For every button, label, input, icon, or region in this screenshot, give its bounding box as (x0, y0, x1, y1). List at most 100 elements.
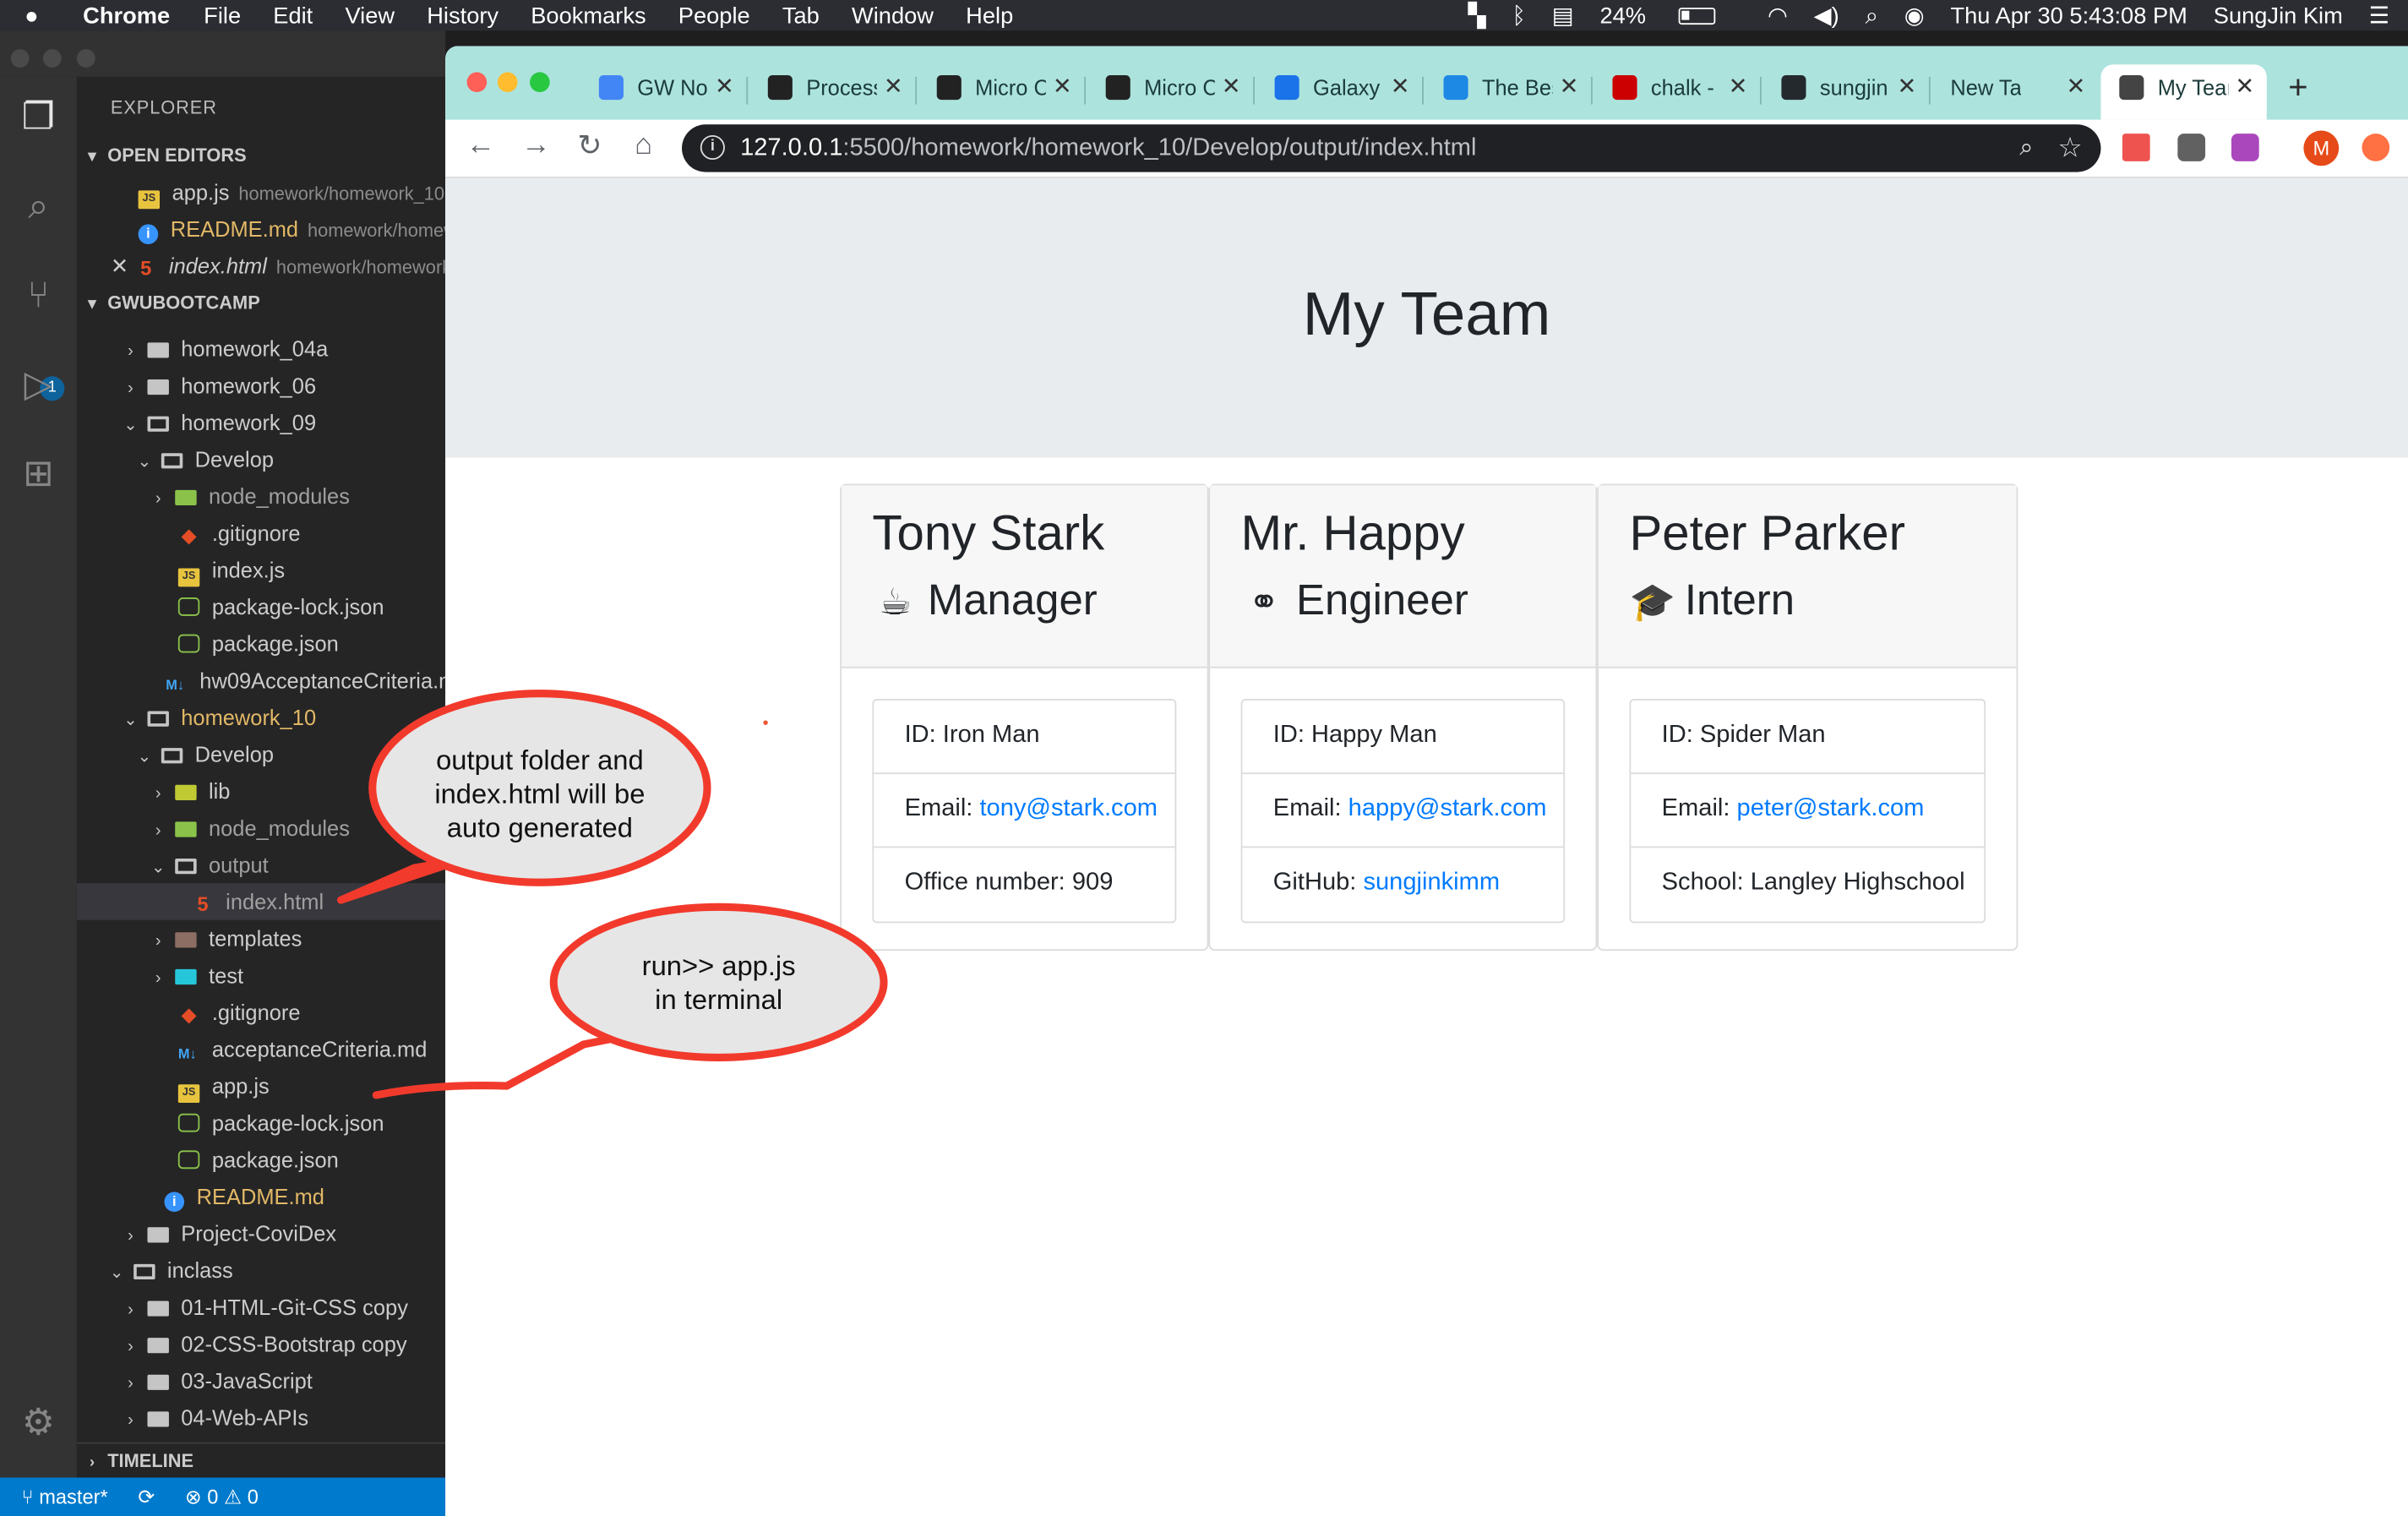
tree-file[interactable]: i README.md (77, 1178, 445, 1215)
tree-folder[interactable]: › 02-CSS-Bootstrap copy (77, 1326, 445, 1363)
extension-color-icon[interactable] (2231, 134, 2259, 161)
reload-icon[interactable]: ↻ (571, 129, 608, 165)
profile-avatar[interactable]: M (2303, 130, 2340, 166)
zoom-icon[interactable]: ⌕ (2019, 124, 2033, 172)
email-link[interactable]: happy@stark.com (1348, 796, 1547, 822)
tree-folder[interactable]: › test (77, 957, 445, 994)
browser-tab[interactable]: New Tab ✕ (1932, 64, 2098, 119)
menu-view[interactable]: View (345, 3, 395, 29)
source-control-icon[interactable]: ⑂ (15, 274, 62, 320)
clock[interactable]: Thu Apr 30 5:43:08 PM (1950, 3, 2187, 29)
close-tab-icon[interactable]: ✕ (1898, 64, 1917, 111)
open-editor-readme[interactable]: iREADME.mdhomework/homework_10 (77, 210, 445, 248)
tree-file[interactable]: ◆ .gitignore (77, 994, 445, 1031)
browser-tab[interactable]: The Best ✕ (1425, 64, 1591, 119)
workspace-header[interactable]: ▼ GWUBOOTCAMP (77, 286, 445, 319)
menu-history[interactable]: History (427, 3, 498, 29)
tree-file[interactable]: package.json (77, 1141, 445, 1178)
email-link[interactable]: peter@stark.com (1737, 796, 1925, 822)
menu-window[interactable]: Window (852, 3, 934, 29)
site-info-icon[interactable]: i (700, 134, 725, 161)
tree-folder[interactable]: › templates (77, 920, 445, 957)
bookmark-star-icon[interactable]: ☆ (2057, 124, 2082, 172)
menu-tab[interactable]: Tab (782, 3, 820, 29)
tree-file[interactable]: package.json (77, 625, 445, 663)
close-tab-icon[interactable]: ✕ (884, 64, 903, 111)
tree-folder[interactable]: ⌄ Develop (77, 441, 445, 478)
open-editor-index-html[interactable]: ✕5index.htmlhomework/homework_10/Develop… (77, 248, 445, 285)
url-text[interactable]: 127.0.0.1:5500/homework/homework_10/Deve… (740, 124, 1476, 172)
tree-file[interactable]: package-lock.json (77, 1104, 445, 1142)
tree-folder[interactable]: › homework_04a (77, 330, 445, 368)
browser-tab[interactable]: Galaxy ✕ (1256, 64, 1422, 119)
tree-folder[interactable]: › node_modules (77, 477, 445, 515)
tree-folder[interactable]: ⌄ output (77, 846, 445, 883)
address-bar[interactable]: i 127.0.0.1:5500/homework/homework_10/De… (682, 124, 2101, 172)
error-icon[interactable]: ⊗ (185, 1486, 202, 1508)
tree-folder[interactable]: › Project-CoviDex (77, 1215, 445, 1252)
flag-icon[interactable]: ▤ (1552, 2, 1574, 30)
back-icon[interactable]: ← (462, 129, 499, 163)
close-window-button[interactable] (466, 72, 488, 93)
timeline-header[interactable]: › TIMELINE (76, 1442, 446, 1476)
spotlight-search-icon[interactable]: ⌕ (1866, 3, 1878, 29)
close-icon[interactable]: ✕ (111, 248, 135, 285)
sync-icon[interactable]: ⟳ (138, 1486, 155, 1508)
zoom-window-button[interactable] (530, 72, 550, 93)
update-icon[interactable] (2362, 134, 2390, 161)
menu-help[interactable]: Help (966, 3, 1013, 29)
close-tab-icon[interactable]: ✕ (1222, 64, 1241, 111)
close-window-button[interactable] (10, 49, 30, 68)
extensions-icon[interactable]: ⊞ (15, 451, 62, 498)
tree-file-selected[interactable]: 5 index.html (76, 883, 446, 920)
browser-tab[interactable]: Process ✕ (749, 64, 915, 119)
close-tab-icon[interactable]: ✕ (1560, 64, 1579, 111)
close-tab-icon[interactable]: ✕ (715, 64, 734, 111)
siri-icon[interactable]: ◉ (1904, 2, 1925, 30)
search-icon[interactable]: ⌕ (15, 184, 62, 231)
wifi-icon[interactable]: ◠ (1768, 2, 1788, 30)
settings-gear-icon[interactable]: ⚙ (15, 1401, 62, 1448)
window-layout-icon[interactable]: ▚ (1468, 2, 1486, 30)
email-link[interactable]: tony@stark.com (979, 796, 1158, 822)
explorer-icon[interactable]: ❐ (15, 95, 62, 142)
github-link[interactable]: sungjinkimm (1363, 870, 1500, 896)
browser-tab[interactable]: Micro C ✕ (1087, 64, 1253, 119)
tree-folder[interactable]: ⌄ inclass (77, 1252, 445, 1289)
close-tab-icon[interactable]: ✕ (1391, 64, 1410, 111)
minimize-window-button[interactable] (42, 49, 62, 68)
tree-file[interactable]: M↓ hw09AcceptanceCriteria.md (77, 662, 445, 699)
apple-icon[interactable]: ● (25, 3, 55, 29)
close-tab-icon[interactable]: ✕ (1053, 64, 1072, 111)
open-editor-app-js[interactable]: JS app.js homework/homework_10 (77, 173, 445, 210)
browser-tab[interactable]: sungjin ✕ (1763, 64, 1929, 119)
tree-folder[interactable]: › homework_06 (77, 367, 445, 404)
close-tab-icon[interactable]: ✕ (2066, 64, 2085, 111)
browser-tab[interactable]: chalk - ✕ (1594, 64, 1760, 119)
extension-ublock-icon[interactable] (2177, 134, 2206, 161)
error-count[interactable]: 0 (207, 1486, 218, 1508)
git-branch[interactable]: master* (39, 1486, 107, 1508)
tree-file[interactable]: JS index.js (77, 552, 445, 589)
tree-file[interactable]: ◆ .gitignore (77, 515, 445, 552)
tree-folder[interactable]: › 03-JavaScript (77, 1362, 445, 1399)
forward-icon[interactable]: → (518, 129, 555, 163)
menu-edit[interactable]: Edit (273, 3, 313, 29)
bluetooth-icon[interactable]: ᛒ (1512, 3, 1525, 29)
minimize-window-button[interactable] (497, 72, 518, 93)
menu-file[interactable]: File (204, 3, 241, 29)
new-tab-button[interactable]: + (2288, 68, 2307, 107)
tree-folder[interactable]: ⌄ homework_10 (77, 699, 445, 736)
browser-tab[interactable]: My Team✕ (2100, 64, 2267, 120)
tree-file[interactable]: JS app.js (77, 1067, 445, 1104)
browser-tab[interactable]: Micro C ✕ (918, 64, 1084, 119)
tree-folder[interactable]: › 04-Web-APIs (77, 1399, 445, 1437)
menu-app-name[interactable]: Chrome (83, 3, 170, 29)
home-icon[interactable]: ⌂ (625, 129, 662, 163)
warning-count[interactable]: 0 (248, 1486, 259, 1508)
menu-bookmarks[interactable]: Bookmarks (531, 3, 646, 29)
user-name[interactable]: SungJin Kim (2214, 3, 2343, 29)
warning-icon[interactable]: ⚠ (224, 1486, 242, 1508)
tree-file[interactable]: package-lock.json (77, 588, 445, 625)
battery-percent[interactable]: 24% (1599, 3, 1741, 29)
